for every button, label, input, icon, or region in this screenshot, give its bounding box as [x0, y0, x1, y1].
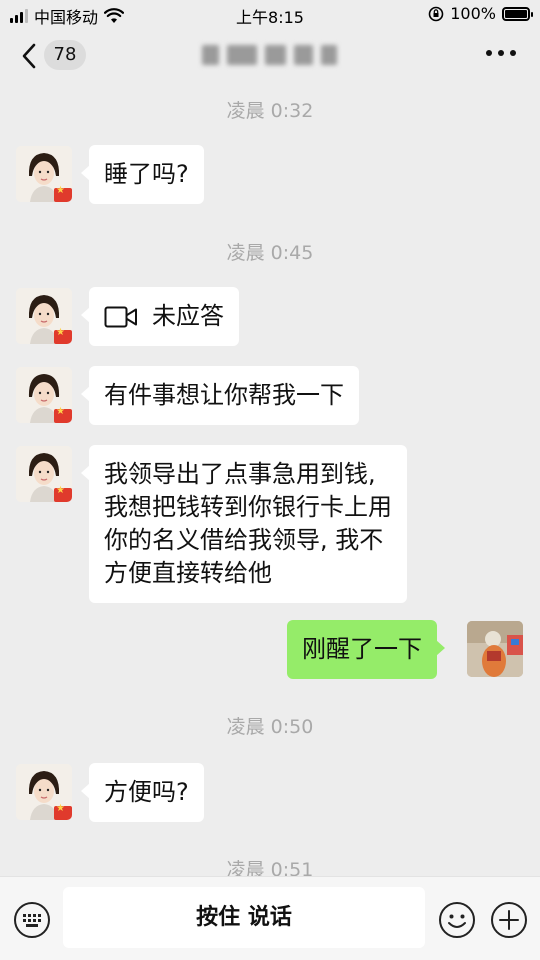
- orientation-lock-icon: [428, 6, 444, 21]
- status-bar: 中国移动 上午8:15 100%: [0, 0, 540, 28]
- input-bar: 按住 说话: [0, 876, 540, 960]
- back-arrow-icon[interactable]: [18, 42, 42, 70]
- contact-avatar[interactable]: [16, 288, 72, 344]
- flag-badge-icon: [54, 803, 72, 820]
- timestamp: 凌晨 0:32: [226, 100, 314, 122]
- my-avatar[interactable]: [467, 621, 523, 677]
- unread-count-badge[interactable]: 78: [44, 40, 86, 70]
- status-right: 100%: [428, 4, 533, 23]
- chat-header: 78: [0, 28, 540, 82]
- video-call-icon: [104, 306, 137, 327]
- flag-badge-icon: [54, 185, 72, 202]
- flag-badge-icon: [54, 485, 72, 502]
- message-line: 我想把钱转到你银行卡上用: [104, 493, 392, 521]
- chat-title-blurred: [202, 42, 337, 68]
- timestamp: 凌晨 0:50: [226, 716, 314, 738]
- contact-avatar[interactable]: [16, 764, 72, 820]
- more-options-icon[interactable]: [486, 50, 516, 56]
- flag-badge-icon: [54, 327, 72, 344]
- contact-avatar[interactable]: [16, 367, 72, 423]
- flag-badge-icon: [54, 406, 72, 423]
- plus-icon[interactable]: [490, 901, 528, 939]
- battery-icon: [502, 6, 533, 21]
- timestamp: 凌晨 0:45: [226, 242, 314, 264]
- battery-label: 100%: [450, 4, 496, 23]
- message-line: 我领导出了点事急用到钱,: [104, 460, 376, 488]
- message-bubble[interactable]: 我领导出了点事急用到钱, 我想把钱转到你银行卡上用 你的名义借给我领导, 我不 …: [81, 445, 407, 603]
- message-bubble[interactable]: 方便吗?: [81, 763, 204, 822]
- keyboard-icon[interactable]: [13, 901, 51, 939]
- message-bubble[interactable]: 有件事想让你帮我一下: [81, 366, 359, 425]
- message-line: 你的名义借给我领导, 我不: [104, 526, 384, 554]
- contact-avatar[interactable]: [16, 446, 72, 502]
- hold-to-talk-button[interactable]: 按住 说话: [63, 887, 425, 948]
- message-line: 方便直接转给他: [104, 559, 272, 587]
- my-message-bubble[interactable]: 刚醒了一下: [287, 620, 445, 679]
- contact-avatar[interactable]: [16, 146, 72, 202]
- avatar-photo-icon: [467, 621, 523, 677]
- emoji-icon[interactable]: [438, 901, 476, 939]
- video-call-bubble[interactable]: 未应答: [81, 287, 239, 346]
- message-bubble[interactable]: 睡了吗?: [81, 145, 204, 204]
- video-call-status: 未应答: [152, 302, 224, 330]
